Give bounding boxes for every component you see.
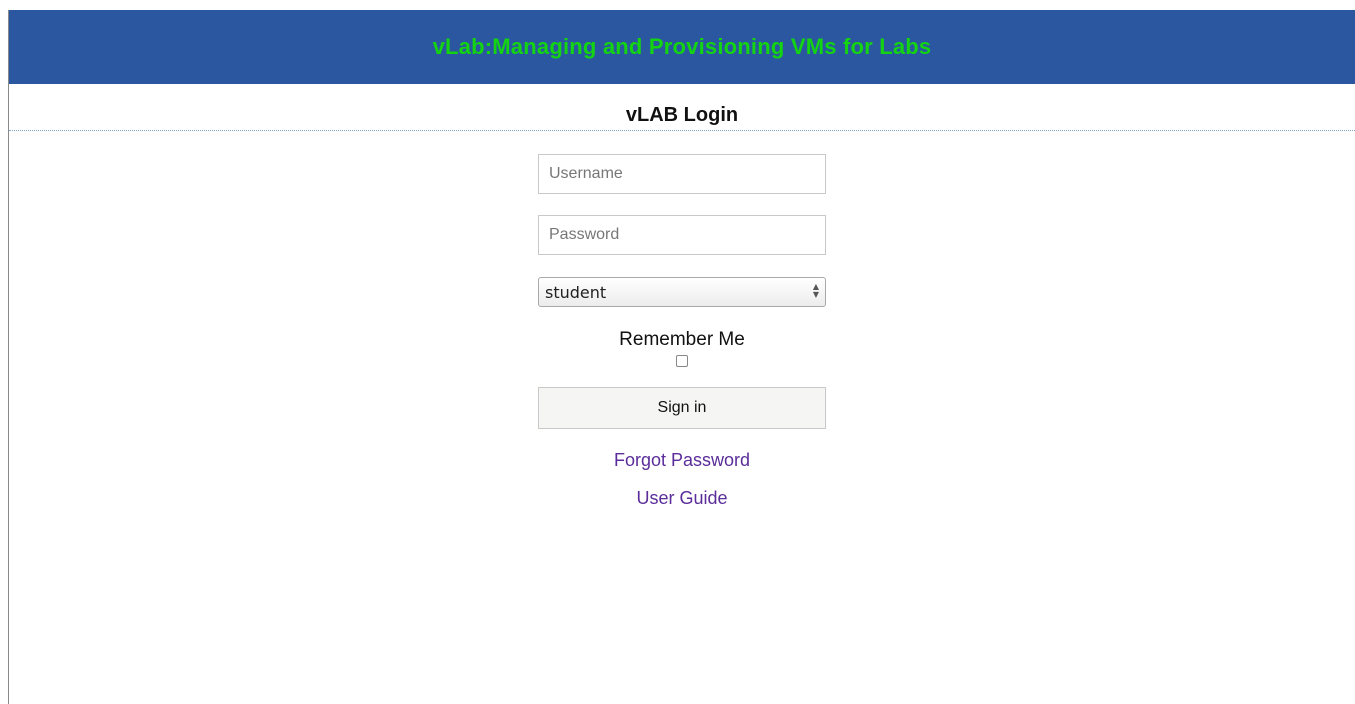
remember-me-checkbox[interactable] — [676, 355, 688, 367]
login-heading: vLAB Login — [9, 84, 1355, 131]
role-select[interactable]: student ▲ ▼ — [538, 277, 826, 307]
forgot-password-link[interactable]: Forgot Password — [614, 448, 750, 472]
username-input[interactable] — [538, 154, 826, 194]
sign-in-button[interactable]: Sign in — [538, 387, 826, 429]
page-frame: vLab:Managing and Provisioning VMs for L… — [8, 10, 1355, 704]
user-guide-link[interactable]: User Guide — [636, 486, 727, 510]
login-form: student ▲▼ Remember Me Sign in Forgot Pa… — [538, 154, 826, 510]
password-input[interactable] — [538, 215, 826, 255]
header-title: vLab:Managing and Provisioning VMs for L… — [432, 34, 932, 59]
remember-me-label: Remember Me — [619, 329, 745, 350]
header-bar: vLab:Managing and Provisioning VMs for L… — [9, 10, 1355, 84]
select-arrows-icon: ▲ ▼ — [812, 282, 819, 299]
role-select-value: student — [545, 282, 607, 302]
